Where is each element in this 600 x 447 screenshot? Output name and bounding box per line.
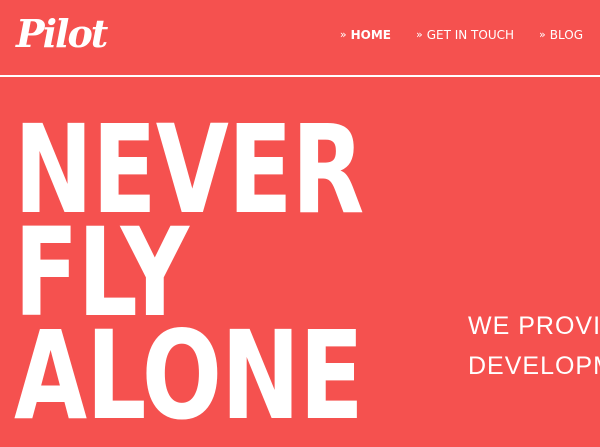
tagline-line: DEVELOPM <box>468 352 600 380</box>
nav-item-get-in-touch[interactable]: » GET IN TOUCH <box>416 27 514 43</box>
hero-line: ALONE <box>14 305 364 447</box>
hero-tagline: WE PROVID DEVELOPM <box>468 312 600 392</box>
nav-item-label: GET IN TOUCH <box>426 28 515 42</box>
nav-item-label: HOME <box>350 28 391 42</box>
site-header: Pilot » HOME » GET IN TOUCH » BLOG <box>0 0 600 76</box>
tagline-line: WE PROVID <box>468 312 600 340</box>
chevron-right-icon: » <box>339 28 347 41</box>
hero-heading: NEVER FLY ALONE <box>14 109 364 447</box>
chevron-right-icon: » <box>539 28 546 41</box>
chevron-right-icon: » <box>415 28 423 41</box>
nav-item-home[interactable]: » HOME <box>340 27 391 43</box>
nav-item-blog[interactable]: » BLOG <box>539 27 583 43</box>
header-divider <box>0 75 600 77</box>
nav-item-label: BLOG <box>549 28 583 42</box>
site-logo[interactable]: Pilot <box>16 6 108 62</box>
main-nav: » HOME » GET IN TOUCH » BLOG <box>315 27 583 43</box>
